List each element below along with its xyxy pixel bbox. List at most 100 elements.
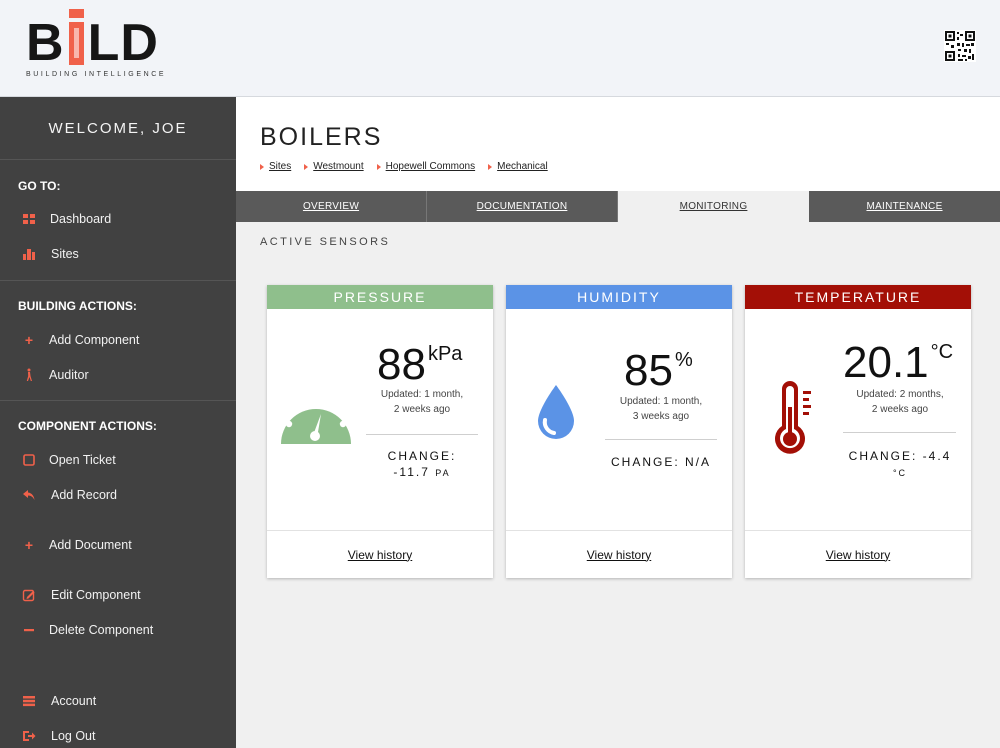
sidebar-item-add-record[interactable]: Add Record <box>0 483 236 507</box>
sensor-value-number: 88 <box>377 340 426 389</box>
tab-monitoring[interactable]: MONITORING <box>618 191 809 222</box>
sensor-card-title: HUMIDITY <box>506 285 732 309</box>
card-footer: View history <box>506 530 732 578</box>
title-area: BOILERS Sites Westmount Hopewell Commons… <box>236 97 1000 191</box>
view-history-link[interactable]: View history <box>587 548 651 562</box>
sensor-change-label: CHANGE: N/A <box>610 455 711 469</box>
sensor-value-unit: % <box>674 349 693 371</box>
sidebar-item-add-document[interactable]: + Add Document <box>0 533 236 557</box>
sensor-updated: Updated: 1 month, 3 weeks ago <box>606 394 716 424</box>
sidebar-item-label: Sites <box>51 247 79 261</box>
sensor-updated-line: 2 weeks ago <box>393 404 451 415</box>
sidebar: WELCOME, JOE GO TO: Dashboard Sites BUIL… <box>0 97 236 748</box>
breadcrumb-item[interactable]: Mechanical <box>488 161 548 172</box>
view-history-link[interactable]: View history <box>348 548 412 562</box>
logo-wordmark: B LD <box>26 9 166 72</box>
breadcrumb-link[interactable]: Sites <box>269 161 291 172</box>
logo-letters-ld: LD <box>87 14 159 72</box>
sidebar-divider <box>0 400 236 401</box>
sensor-updated-line: Updated: 1 month, <box>380 389 464 400</box>
building-actions-title: BUILDING ACTIONS: <box>18 299 137 313</box>
breadcrumb-arrow-icon <box>376 163 381 170</box>
breadcrumb-link[interactable]: Hopewell Commons <box>386 161 475 172</box>
breadcrumb-link[interactable]: Mechanical <box>497 161 548 172</box>
page-title: BOILERS <box>260 123 383 151</box>
section-label: ACTIVE SENSORS <box>260 236 391 248</box>
sidebar-item-auditor[interactable]: Auditor <box>0 363 236 387</box>
sidebar-item-edit-component[interactable]: Edit Component <box>0 583 236 607</box>
sensor-card-pressure: PRESSURE 88 kPa Updated: 1 month, 2 week… <box>267 285 493 578</box>
sidebar-item-label: Add Component <box>49 333 140 347</box>
divider <box>366 434 478 435</box>
breadcrumb-item[interactable]: Sites <box>260 161 291 172</box>
sensor-updated-line: 3 weeks ago <box>632 411 690 422</box>
breadcrumb-item[interactable]: Westmount <box>304 161 364 172</box>
sensor-updated-line: Updated: 2 months, <box>856 389 944 400</box>
sensor-change-value: -11.7 <box>393 465 430 479</box>
sensor-change: CHANGE: N/A <box>596 454 726 470</box>
sensor-card-humidity: HUMIDITY 85 % Updated: 1 month, 3 weeks … <box>506 285 732 578</box>
logo-letter-b: B <box>26 14 65 72</box>
sensor-updated-line: 2 weeks ago <box>871 404 929 415</box>
breadcrumb-arrow-icon <box>488 163 493 170</box>
view-history-link[interactable]: View history <box>826 548 890 562</box>
sensor-value-number: 85 <box>624 346 673 395</box>
sensor-updated: Updated: 2 months, 2 weeks ago <box>845 387 955 417</box>
sidebar-item-delete-component[interactable]: Delete Component <box>0 618 236 642</box>
sidebar-item-label: Auditor <box>49 368 89 382</box>
sensor-value-number: 20.1 <box>843 338 929 387</box>
tab-bar: OVERVIEW DOCUMENTATION MONITORING MAINTE… <box>236 191 1000 222</box>
sidebar-item-dashboard[interactable]: Dashboard <box>0 207 236 231</box>
plus-icon: + <box>24 537 34 553</box>
breadcrumb-item[interactable]: Hopewell Commons <box>376 161 475 172</box>
tab-documentation[interactable]: DOCUMENTATION <box>427 191 618 222</box>
sensor-change-label: CHANGE: -4.4 <box>848 449 952 463</box>
list-icon <box>23 696 35 707</box>
sensor-change-label: CHANGE: <box>387 449 457 463</box>
sensor-card-temperature: TEMPERATURE 20.1 °C Updated: 2 months, 2… <box>745 285 971 578</box>
square-icon <box>23 454 35 466</box>
sidebar-item-log-out[interactable]: Log Out <box>0 724 236 748</box>
card-footer: View history <box>745 530 971 578</box>
sensor-updated-line: Updated: 1 month, <box>619 396 703 407</box>
divider <box>843 432 956 433</box>
sensor-change-unit: °C <box>892 468 908 478</box>
tab-maintenance[interactable]: MAINTENANCE <box>809 191 1000 222</box>
sidebar-item-label: Account <box>51 694 97 708</box>
sidebar-item-label: Add Document <box>49 538 132 552</box>
welcome-message: WELCOME, JOE <box>0 97 236 160</box>
tab-overview[interactable]: OVERVIEW <box>236 191 427 222</box>
sidebar-item-open-ticket[interactable]: Open Ticket <box>0 448 236 472</box>
sidebar-divider <box>0 280 236 281</box>
minus-icon <box>24 629 34 632</box>
component-actions-title: COMPONENT ACTIONS: <box>18 419 157 433</box>
breadcrumb-arrow-icon <box>304 163 309 170</box>
card-footer: View history <box>267 530 493 578</box>
sidebar-item-label: Log Out <box>51 729 96 743</box>
plus-icon: + <box>24 332 34 348</box>
sidebar-item-sites[interactable]: Sites <box>0 242 236 266</box>
sidebar-item-account[interactable]: Account <box>0 689 236 713</box>
app-header: B LD BUILDING INTELLIGENCE <box>0 0 1000 97</box>
sensor-value: 85 % <box>624 349 693 393</box>
thermometer-icon <box>775 381 811 454</box>
sidebar-item-add-component[interactable]: + Add Component <box>0 328 236 352</box>
buildings-icon <box>23 249 35 260</box>
sidebar-item-label: Delete Component <box>49 623 154 637</box>
gauge-icon <box>281 396 351 444</box>
divider <box>605 439 717 440</box>
main-content: BOILERS Sites Westmount Hopewell Commons… <box>236 97 1000 748</box>
walking-person-icon <box>26 368 32 381</box>
sensor-value: 88 kPa <box>377 343 462 387</box>
qr-code-icon[interactable] <box>944 30 976 62</box>
grid-icon <box>23 214 35 224</box>
logout-icon <box>23 731 36 741</box>
reply-arrow-icon <box>23 490 35 500</box>
sidebar-item-label: Add Record <box>51 488 118 502</box>
sensor-card-title: PRESSURE <box>267 285 493 309</box>
breadcrumb-link[interactable]: Westmount <box>313 161 363 172</box>
sensor-change: CHANGE: -11.7 PA <box>367 448 477 481</box>
sensor-card-title: TEMPERATURE <box>745 285 971 309</box>
breadcrumb-arrow-icon <box>260 163 264 170</box>
bild-logo[interactable]: B LD BUILDING INTELLIGENCE <box>26 9 166 78</box>
